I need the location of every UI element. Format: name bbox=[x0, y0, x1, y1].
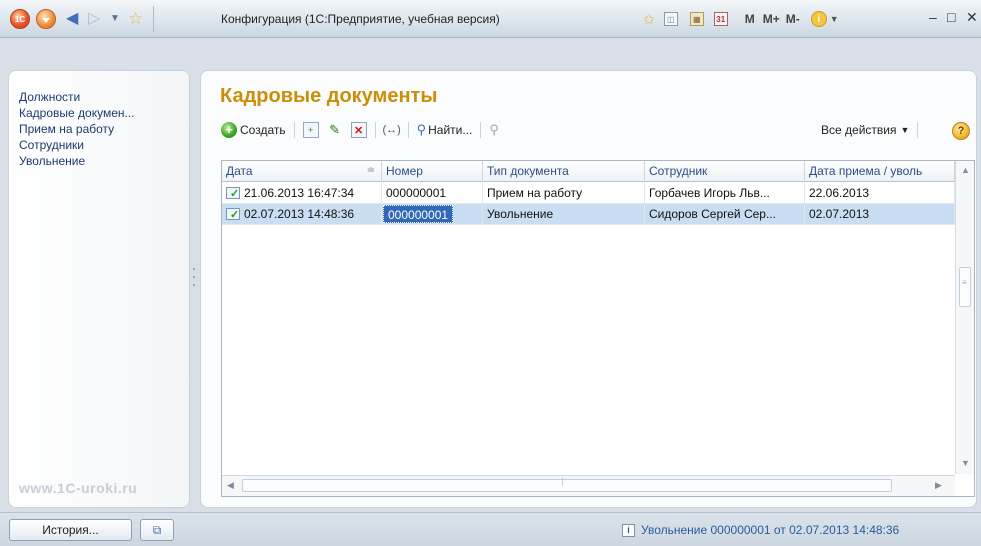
back-icon[interactable]: ◀ bbox=[66, 9, 78, 29]
cancel-search-icon[interactable]: ⚲ bbox=[489, 119, 499, 141]
info-icon: i bbox=[622, 523, 635, 537]
cell-date: 21.06.2013 16:47:34 bbox=[222, 183, 382, 203]
posted-document-icon bbox=[226, 184, 240, 203]
link-icon[interactable]: (↔) bbox=[382, 122, 400, 138]
status-bar: История... ⧉ i Увольнение 000000001 от 0… bbox=[0, 512, 981, 546]
find-button[interactable]: ⚲ Найти... bbox=[417, 119, 473, 141]
table-header: Дата ≐ Номер Тип документа Сотрудник Дат… bbox=[222, 161, 955, 182]
find-label: Найти... bbox=[428, 123, 473, 137]
scroll-up-icon[interactable]: ▲ bbox=[961, 165, 970, 175]
history-dropdown-icon[interactable]: ▼ bbox=[110, 9, 120, 29]
favorites-icon[interactable]: ◫ bbox=[663, 12, 678, 26]
cell-employee: Горбачев Игорь Льв... bbox=[645, 183, 805, 203]
search-icon: ⚲ bbox=[416, 122, 427, 137]
calendar-icon[interactable]: 31 bbox=[713, 12, 728, 26]
column-header-date[interactable]: Дата ≐ bbox=[222, 161, 382, 182]
main-menu-icon[interactable] bbox=[36, 9, 56, 29]
cell-number: 000000001 bbox=[382, 183, 483, 203]
forward-icon[interactable]: ▷ bbox=[88, 9, 100, 29]
sort-ascending-icon: ≐ bbox=[366, 165, 375, 176]
create-label: Создать bbox=[240, 123, 286, 137]
nav-item-dismissal[interactable]: Увольнение bbox=[19, 153, 135, 169]
nav-item-positions[interactable]: Должности bbox=[19, 89, 135, 105]
status-message-link[interactable]: i Увольнение 000000001 от 02.07.2013 14:… bbox=[622, 523, 899, 537]
window-list-icon[interactable]: ⧉ bbox=[140, 519, 174, 541]
documents-table[interactable]: Дата ≐ Номер Тип документа Сотрудник Дат… bbox=[221, 160, 975, 497]
all-actions-menu[interactable]: Все действия ▼ bbox=[821, 119, 919, 141]
1c-logo-icon[interactable]: 1C bbox=[10, 9, 30, 29]
form-panel: Кадровые документы + Создать + ✎ ✕ (↔) ⚲… bbox=[200, 70, 977, 508]
cell-hire-fire-date: 02.07.2013 bbox=[805, 204, 955, 224]
column-header-number[interactable]: Номер bbox=[382, 161, 483, 182]
horizontal-scrollbar[interactable]: ◀ ▶ bbox=[222, 475, 955, 496]
minimize-icon[interactable]: – bbox=[929, 9, 937, 25]
table-row[interactable]: 21.06.2013 16:47:34 000000001 Прием на р… bbox=[222, 183, 955, 204]
title-toolbar: ✩ ◫ ▦ 31 M M+ M- i ▼ bbox=[640, 9, 842, 29]
cell-doc-type: Прием на работу bbox=[483, 183, 645, 203]
window-title: Конфигурация (1С:Предприятие, учебная ве… bbox=[221, 12, 500, 26]
separator bbox=[480, 122, 482, 138]
posted-document-icon bbox=[226, 205, 240, 224]
status-message: Увольнение 000000001 от 02.07.2013 14:48… bbox=[641, 523, 900, 537]
cell-number-active[interactable]: 000000001 bbox=[382, 204, 483, 224]
create-button[interactable]: + Создать bbox=[221, 119, 286, 141]
separator bbox=[374, 122, 376, 138]
cell-hire-fire-date: 22.06.2013 bbox=[805, 183, 955, 203]
scroll-thumb[interactable] bbox=[242, 477, 892, 492]
separator bbox=[407, 122, 409, 138]
column-header-doc-type[interactable]: Тип документа bbox=[483, 161, 645, 182]
cell-doc-type: Увольнение bbox=[483, 204, 645, 224]
info-icon[interactable]: i bbox=[810, 11, 827, 27]
column-header-employee[interactable]: Сотрудник bbox=[645, 161, 805, 182]
scroll-down-icon[interactable]: ▼ bbox=[961, 458, 970, 468]
memory-plus-button[interactable]: M+ bbox=[760, 9, 783, 29]
history-button[interactable]: История... bbox=[9, 519, 132, 541]
copy-icon[interactable]: + bbox=[302, 122, 319, 138]
maximize-icon[interactable]: □ bbox=[947, 9, 955, 25]
memory-minus-button[interactable]: M- bbox=[783, 9, 803, 29]
calculator-icon[interactable]: ▦ bbox=[689, 12, 704, 26]
nav-item-hiring[interactable]: Прием на работу bbox=[19, 121, 135, 137]
table-body: 21.06.2013 16:47:34 000000001 Прием на р… bbox=[222, 183, 955, 225]
form-title: Кадровые документы bbox=[220, 85, 438, 107]
watermark: www.1C-uroki.ru bbox=[19, 480, 138, 496]
plus-icon: + bbox=[221, 122, 237, 138]
add-favorite-icon[interactable]: ✩ bbox=[640, 9, 658, 29]
nav-list: Должности Кадровые докумен... Прием на р… bbox=[19, 89, 135, 169]
title-bar: 1C ◀ ▷ ▼ ☆ Конфигурация (1С:Предприятие,… bbox=[0, 0, 981, 38]
delete-icon[interactable]: ✕ bbox=[350, 122, 367, 138]
chevron-down-icon: ▼ bbox=[900, 125, 910, 135]
scroll-left-icon[interactable]: ◀ bbox=[227, 480, 234, 491]
close-icon[interactable]: ✕ bbox=[966, 9, 978, 26]
scroll-thumb[interactable] bbox=[959, 267, 971, 307]
nav-item-employees[interactable]: Сотрудники bbox=[19, 137, 135, 153]
navigation-panel: Должности Кадровые докумен... Прием на р… bbox=[8, 70, 190, 508]
favorites-star-icon[interactable]: ☆ bbox=[128, 9, 143, 29]
all-actions-label: Все действия bbox=[821, 123, 897, 137]
memory-button[interactable]: M bbox=[742, 9, 758, 29]
edit-pencil-icon[interactable]: ✎ bbox=[327, 122, 343, 138]
panel-splitter[interactable] bbox=[193, 268, 197, 292]
scroll-right-icon[interactable]: ▶ bbox=[935, 480, 942, 491]
separator bbox=[293, 122, 295, 138]
cell-employee: Сидоров Сергей Сер... bbox=[645, 204, 805, 224]
table-row-selected[interactable]: 02.07.2013 14:48:36 000000001 Увольнение… bbox=[222, 204, 955, 225]
command-bar: + Создать + ✎ ✕ (↔) ⚲ Найти... ⚲ bbox=[221, 119, 499, 141]
nav-item-hr-documents[interactable]: Кадровые докумен... bbox=[19, 105, 135, 121]
column-header-hire-fire-date[interactable]: Дата приема / уволь bbox=[805, 161, 955, 182]
cell-date: 02.07.2013 14:48:36 bbox=[222, 204, 382, 224]
help-icon[interactable]: ? bbox=[952, 122, 970, 140]
vertical-scrollbar[interactable]: ▲ ▼ bbox=[955, 161, 974, 474]
separator bbox=[153, 6, 154, 32]
separator bbox=[917, 122, 919, 138]
info-dropdown-icon[interactable]: ▼ bbox=[827, 9, 842, 29]
